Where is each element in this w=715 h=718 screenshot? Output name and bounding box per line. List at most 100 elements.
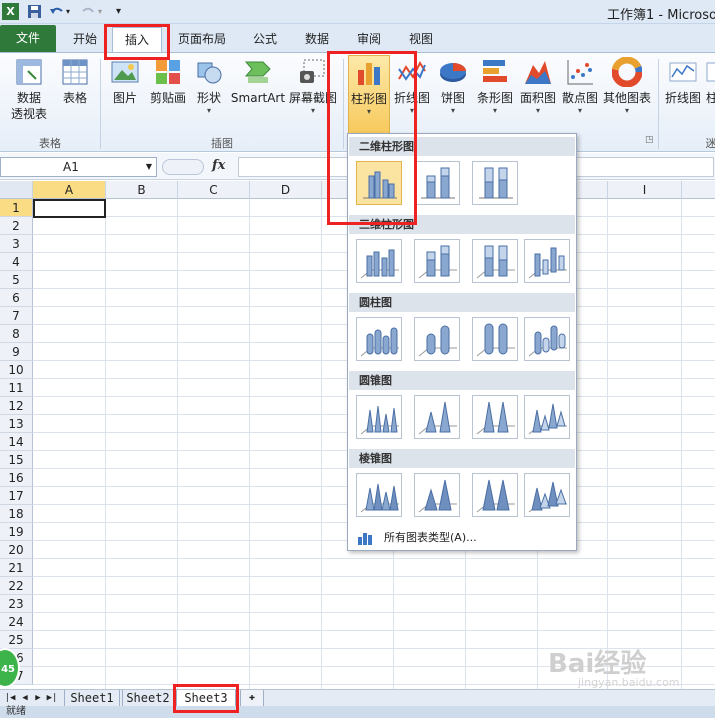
last-sheet-icon[interactable]: ▶| (46, 690, 58, 707)
3d-stacked-column-option[interactable] (414, 239, 460, 283)
sheet-tab-1[interactable]: Sheet1 (64, 690, 120, 707)
next-sheet-icon[interactable]: ▶ (33, 690, 43, 707)
pyramid-3d-option[interactable] (524, 473, 570, 517)
row-header[interactable]: 20 (0, 541, 33, 559)
formula-splitter[interactable] (162, 159, 204, 175)
column-chart-button[interactable]: 柱形图 ▾ (348, 55, 390, 135)
tab-formulas[interactable]: 公式 (244, 27, 286, 52)
column-header-a[interactable]: A (33, 181, 106, 199)
sheet-tab-3[interactable]: Sheet3 (176, 690, 236, 707)
cone-percent-option[interactable] (472, 395, 518, 439)
clipart-icon (156, 60, 180, 84)
column-header-c[interactable]: C (178, 181, 250, 199)
redo-dropdown-icon[interactable]: ▾ (98, 3, 115, 20)
insert-sheet-icon[interactable]: ✚ (240, 690, 264, 707)
tab-home[interactable]: 开始 (62, 27, 108, 52)
name-box-dropdown-icon[interactable]: ▼ (146, 158, 152, 176)
column-header-d[interactable]: D (250, 181, 322, 199)
cone-3d-option[interactable] (524, 395, 570, 439)
clustered-column-option[interactable] (356, 161, 402, 205)
sparkline-column-button[interactable]: 柱 (705, 55, 715, 135)
row-header[interactable]: 2 (0, 217, 33, 235)
row-header[interactable]: 24 (0, 613, 33, 631)
cylinder-percent-option[interactable] (472, 317, 518, 361)
cylinder-stacked-option[interactable] (414, 317, 460, 361)
row-header[interactable]: 1 (0, 199, 33, 217)
sparkline-line-button[interactable]: 折线图 (662, 55, 704, 135)
row-header[interactable]: 6 (0, 289, 33, 307)
row-gridline (33, 612, 715, 613)
row-header[interactable]: 7 (0, 307, 33, 325)
cylinder-3d-option[interactable] (524, 317, 570, 361)
screenshot-button[interactable]: 屏幕截图 ▾ (288, 55, 338, 135)
row-header[interactable]: 14 (0, 433, 33, 451)
row-header[interactable]: 25 (0, 631, 33, 649)
table-button[interactable]: 表格 (56, 55, 94, 135)
shapes-button[interactable]: 形状 ▾ (192, 55, 226, 135)
row-header[interactable]: 9 (0, 343, 33, 361)
row-header[interactable]: 15 (0, 451, 33, 469)
column-header-i[interactable]: I (608, 181, 682, 199)
row-header[interactable]: 17 (0, 487, 33, 505)
row-header[interactable]: 3 (0, 235, 33, 253)
row-header[interactable]: 11 (0, 379, 33, 397)
tab-review[interactable]: 审阅 (348, 27, 390, 52)
line-chart-button[interactable]: 折线图 ▾ (392, 55, 432, 135)
first-sheet-icon[interactable]: |◀ (4, 690, 16, 707)
all-chart-types-button[interactable]: 所有图表类型(A)... (349, 526, 575, 550)
ribbon-separator (658, 59, 659, 149)
pyramid-percent-option[interactable] (472, 473, 518, 517)
active-cell-a1[interactable] (33, 199, 106, 218)
pyramid-clustered-option[interactable] (356, 473, 402, 517)
row-header[interactable]: 19 (0, 523, 33, 541)
row-gridline (33, 594, 715, 595)
column-header-b[interactable]: B (106, 181, 178, 199)
scatter-chart-button[interactable]: 散点图 ▾ (560, 55, 600, 135)
tab-page-layout[interactable]: 页面布局 (170, 27, 234, 52)
tab-data[interactable]: 数据 (296, 27, 338, 52)
3d-clustered-column-option[interactable] (356, 239, 402, 283)
smartart-button[interactable]: SmartArt (230, 55, 286, 135)
dialog-launcher-icon[interactable]: ◳ (645, 135, 654, 145)
row-header[interactable]: 16 (0, 469, 33, 487)
cylinder-clustered-option[interactable] (356, 317, 402, 361)
column-header-next[interactable] (682, 181, 715, 199)
row-header[interactable]: 23 (0, 595, 33, 613)
row-header[interactable]: 5 (0, 271, 33, 289)
row-header[interactable]: 10 (0, 361, 33, 379)
pyramid-stacked-option[interactable] (414, 473, 460, 517)
column-gridline (321, 199, 322, 689)
insert-function-icon[interactable]: fx (212, 158, 225, 173)
tab-file[interactable]: 文件 (0, 25, 56, 52)
picture-button[interactable]: 图片 (106, 55, 144, 135)
name-box[interactable]: A1 ▼ (0, 157, 157, 177)
3d-percent-stacked-column-option[interactable] (472, 239, 518, 283)
tab-insert[interactable]: 插入 (112, 27, 162, 52)
redo-icon[interactable] (80, 3, 97, 20)
row-header[interactable]: 4 (0, 253, 33, 271)
sheet-tab-2[interactable]: Sheet2 (122, 690, 174, 707)
pivot-table-button[interactable]: 数据 透视表 (4, 55, 54, 135)
row-header[interactable]: 8 (0, 325, 33, 343)
area-chart-button[interactable]: 面积图 ▾ (518, 55, 558, 135)
prev-sheet-icon[interactable]: ◀ (20, 690, 30, 707)
cone-stacked-option[interactable] (414, 395, 460, 439)
row-header[interactable]: 21 (0, 559, 33, 577)
customize-toolbar-icon[interactable]: ▾ (116, 3, 133, 20)
bar-chart-button[interactable]: 条形图 ▾ (474, 55, 516, 135)
percent-stacked-column-option[interactable] (472, 161, 518, 205)
row-header[interactable]: 22 (0, 577, 33, 595)
3d-column-option[interactable] (524, 239, 570, 283)
stacked-column-option[interactable] (414, 161, 460, 205)
other-charts-button[interactable]: 其他图表 ▾ (602, 55, 652, 135)
row-header[interactable]: 12 (0, 397, 33, 415)
row-header[interactable]: 18 (0, 505, 33, 523)
pie-chart-button[interactable]: 饼图 ▾ (436, 55, 470, 135)
save-icon[interactable] (26, 3, 43, 20)
cone-clustered-option[interactable] (356, 395, 402, 439)
clipart-button[interactable]: 剪贴画 (146, 55, 190, 135)
tab-view[interactable]: 视图 (400, 27, 442, 52)
select-all-corner[interactable] (0, 181, 33, 199)
undo-icon[interactable] (48, 3, 65, 20)
row-header[interactable]: 13 (0, 415, 33, 433)
